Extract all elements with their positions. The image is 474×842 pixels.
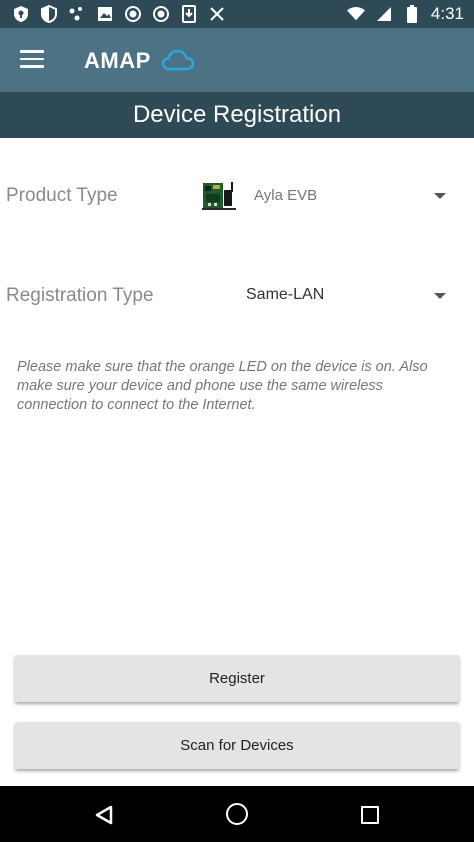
record-icon: [152, 5, 170, 23]
shield-half-icon: [40, 5, 58, 23]
recents-square-icon[interactable]: [361, 806, 379, 824]
image-icon: [96, 5, 114, 23]
product-type-label: Product Type: [6, 185, 118, 206]
register-button[interactable]: Register: [15, 655, 459, 702]
download-icon: [180, 5, 198, 23]
status-time: 4:31: [430, 4, 464, 23]
back-triangle-icon[interactable]: [94, 805, 114, 825]
battery-icon: [403, 5, 421, 23]
shield-icon: [12, 5, 30, 23]
page-title: Device Registration: [132, 101, 342, 128]
home-circle-icon[interactable]: [226, 803, 248, 825]
cast-off-icon: [208, 5, 226, 23]
navigation-bar: [0, 786, 474, 842]
status-bar: 4:31: [0, 0, 474, 28]
record-icon: [124, 5, 142, 23]
registration-type-label: Registration Type: [6, 285, 154, 306]
instruction-text: Please make sure that the orange LED on …: [17, 359, 428, 413]
product-type-dropdown[interactable]: [196, 176, 462, 216]
dots-icon: [68, 5, 86, 23]
wifi-icon: [346, 5, 365, 23]
cloud-icon: [162, 49, 194, 71]
app-title: AMAP: [84, 48, 151, 73]
page-header: Device Registration: [0, 92, 474, 138]
scan-for-devices-button[interactable]: Scan for Devices: [15, 722, 459, 769]
registration-type-dropdown[interactable]: [240, 276, 462, 316]
app-bar: AMAP: [0, 28, 474, 92]
signal-icon: [375, 5, 393, 23]
hamburger-menu-icon[interactable]: [20, 50, 44, 70]
